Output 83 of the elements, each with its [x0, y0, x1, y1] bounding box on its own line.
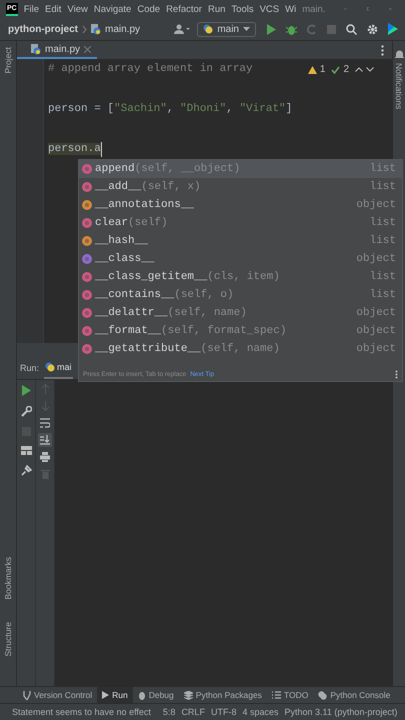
list-icon	[272, 691, 281, 699]
run-panel-title: Run:	[20, 363, 40, 373]
search-icon[interactable]	[346, 24, 357, 34]
indent-setting[interactable]: 4 spaces	[242, 707, 278, 717]
debug-icon[interactable]	[286, 24, 297, 34]
python-icon	[203, 24, 214, 34]
file-breadcrumb[interactable]: main.py	[105, 24, 140, 34]
warning-icon[interactable]	[308, 66, 317, 74]
menu-item[interactable]: View	[67, 4, 88, 14]
caret-position[interactable]: 5:8	[162, 707, 176, 717]
menu-item[interactable]: Tools	[231, 4, 254, 14]
completion-item[interactable]: __add__(self, x) list	[79, 178, 402, 196]
menu-item[interactable]: Code	[137, 4, 160, 14]
completion-item[interactable]: __delattr__(self, name) object	[79, 304, 402, 322]
pin-icon[interactable]	[20, 465, 32, 476]
completion-item[interactable]: __hash__ list	[79, 232, 402, 250]
field-icon	[82, 236, 92, 246]
code-line: # append array element in array	[48, 62, 253, 77]
weak-warning-count: 2	[343, 64, 349, 75]
tool-window-button[interactable]: Bookmarks	[3, 556, 13, 600]
project-breadcrumb[interactable]: python-project	[8, 24, 78, 34]
menu-item[interactable]: Edit	[45, 4, 62, 14]
completion-item[interactable]: append(self, __object) list	[79, 160, 402, 178]
python-file-icon	[91, 24, 101, 34]
assistant-logo-icon[interactable]	[388, 23, 398, 35]
branch-icon	[23, 690, 31, 700]
python-icon	[45, 362, 56, 372]
file-encoding[interactable]: UTF-8	[210, 707, 236, 717]
completion-item[interactable]: __annotations__ object	[79, 196, 402, 214]
tool-window-tab[interactable]: Python Packages	[178, 687, 267, 703]
python-icon	[318, 690, 328, 700]
tool-window-tab[interactable]: Run	[97, 687, 133, 703]
project-tool-window-button[interactable]: Project	[3, 47, 13, 74]
completion-item[interactable]: __class_getitem__(cls, item) list	[79, 268, 402, 286]
run-configuration-dropdown[interactable]: main	[197, 22, 256, 36]
tool-window-button[interactable]: Structure	[3, 622, 13, 656]
menu-item[interactable]: Run	[208, 4, 226, 14]
status-message: Statement seems to have no effect	[12, 707, 151, 717]
chevron-up-icon[interactable]	[355, 67, 363, 72]
user-icon[interactable]	[174, 24, 190, 34]
tool-window-tab[interactable]: TODO	[266, 687, 314, 703]
menu-item[interactable]: Refactor	[166, 4, 202, 14]
completion-item[interactable]: __contains__(self, o) list	[79, 286, 402, 304]
more-icon[interactable]	[381, 44, 384, 56]
property-icon	[82, 254, 92, 264]
notifications-tool-window-button[interactable]: Notifications	[394, 63, 404, 110]
wrench-icon[interactable]	[20, 406, 32, 417]
close-icon[interactable]	[84, 46, 92, 52]
python-interpreter[interactable]: Python 3.11 (python-project)	[284, 707, 398, 717]
line-separator[interactable]: CRLF	[181, 707, 205, 717]
python-file-icon	[31, 44, 41, 54]
field-icon	[82, 200, 92, 210]
run-icon[interactable]	[21, 385, 31, 396]
completion-item[interactable]: __format__(self, format_spec) object	[79, 322, 402, 340]
tool-window-tab[interactable]: Python Console	[313, 687, 396, 703]
bug-icon	[138, 690, 146, 700]
layout-icon[interactable]	[20, 446, 32, 455]
method-icon	[82, 218, 92, 228]
more-icon[interactable]	[395, 370, 398, 379]
tool-window-tab[interactable]: Version Control	[18, 687, 98, 703]
completion-item[interactable]: clear(self) list	[79, 214, 402, 232]
layers-icon	[184, 690, 193, 700]
check-icon[interactable]	[331, 66, 340, 74]
bell-icon[interactable]	[394, 49, 404, 59]
scroll-to-end-icon[interactable]	[38, 433, 52, 447]
chevron-icon	[82, 24, 87, 34]
code-line: person = ["Sachin", "Dhoni", "Virat"]	[48, 102, 292, 117]
menu-item[interactable]: Navigate	[94, 4, 132, 14]
chevron-down-icon[interactable]	[366, 67, 374, 72]
tool-window-tab[interactable]: Debug	[132, 687, 179, 703]
soft-wrap-icon[interactable]	[38, 416, 52, 430]
warning-count: 1	[320, 64, 326, 75]
window-title: main.	[302, 4, 326, 14]
caret-icon	[243, 26, 250, 32]
completion-item[interactable]: __getattribute__(self, name) object	[79, 340, 402, 358]
run-icon	[102, 691, 110, 699]
print-icon[interactable]	[38, 450, 52, 464]
menu-item[interactable]: Wi	[285, 4, 296, 14]
menu-item[interactable]: File	[24, 4, 40, 14]
completion-item[interactable]: __class__ object	[79, 250, 402, 268]
menu-item[interactable]: VCS	[260, 4, 280, 14]
run-icon[interactable]	[266, 24, 276, 34]
settings-icon[interactable]	[367, 24, 378, 34]
